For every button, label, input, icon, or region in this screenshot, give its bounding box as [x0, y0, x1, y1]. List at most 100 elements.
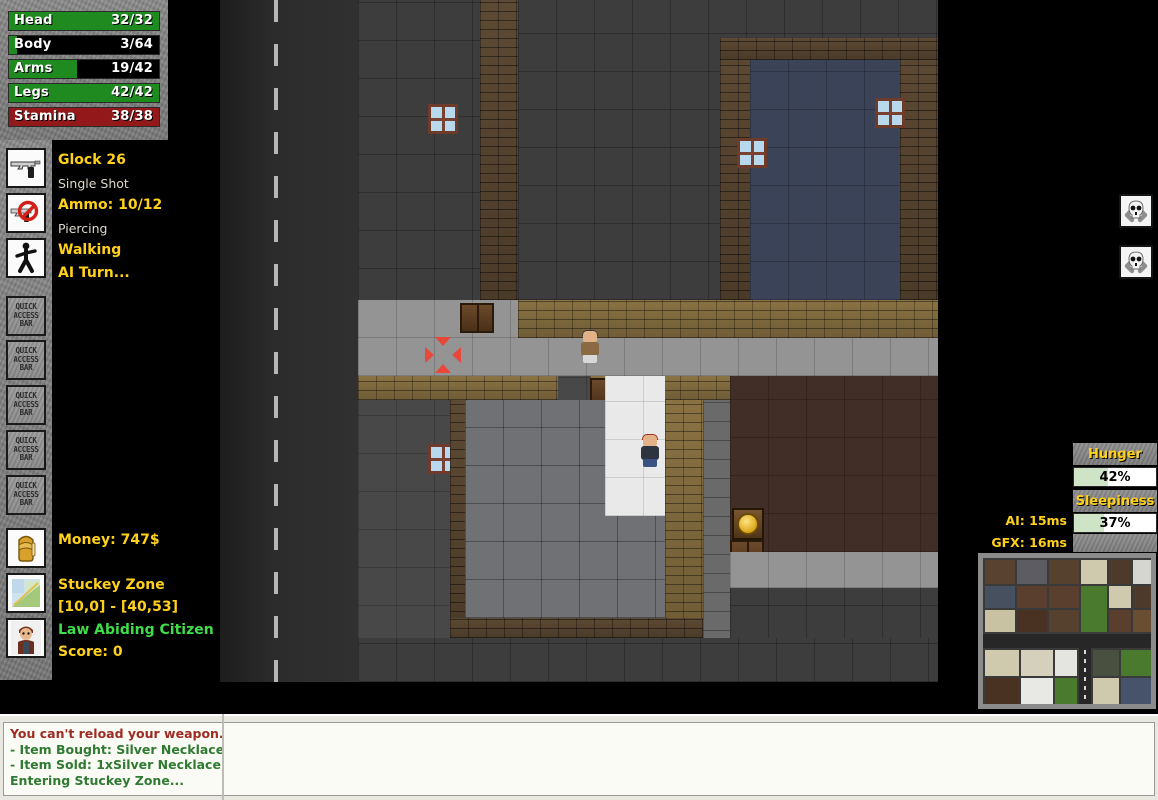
- vital-bar-head: Head 32/32: [8, 11, 160, 31]
- money-slot[interactable]: [6, 528, 46, 568]
- qa-line-3: BAR: [19, 319, 33, 329]
- floor-region-west: [358, 0, 480, 345]
- coin-icon: [737, 513, 759, 535]
- needs-panel-footer: [1073, 534, 1157, 552]
- game-window: Head 32/32 Body 3/64 Arms 19/42 Legs 42/…: [0, 0, 1158, 800]
- qa-line-3: BAR: [19, 498, 33, 508]
- log-line: Entering Stuckey Zone...: [10, 772, 185, 788]
- quick-access-slot-4[interactable]: QUICK ACCESS BAR: [6, 430, 46, 470]
- qa-line-3: BAR: [19, 453, 33, 463]
- vital-label-arms: Arms: [14, 61, 53, 76]
- weapon-slot[interactable]: [6, 148, 46, 188]
- weapon-fire-mode: Single Shot: [58, 176, 129, 191]
- ammo-count: Ammo: 10/12: [58, 197, 163, 213]
- sleepiness-value: 37%: [1099, 515, 1131, 531]
- zone-slot[interactable]: [6, 573, 46, 613]
- hunger-bar: 42%: [1073, 467, 1157, 487]
- wall-grey-room-west: [450, 400, 465, 630]
- ammo-count-text: Ammo: 10/12: [58, 197, 162, 213]
- money-text: Money: 747$: [58, 532, 160, 548]
- wall-vertical-west: [480, 0, 518, 300]
- weapon-name-text: Glock 26: [58, 152, 126, 168]
- vital-bar-body: Body 3/64: [8, 35, 160, 55]
- wall-shop-west: [703, 400, 730, 650]
- reputation-slot[interactable]: [6, 618, 46, 658]
- minimap[interactable]: [978, 553, 1156, 709]
- enemy-indicator-2[interactable]: [1119, 245, 1153, 279]
- ai-timing: AI: 15ms: [1005, 513, 1067, 528]
- log-line: You can't reload your weapon.: [10, 726, 224, 741]
- vital-value-body: 3/64: [120, 37, 153, 52]
- turn-status-text: AI Turn...: [58, 265, 130, 281]
- door-icon[interactable]: [460, 303, 494, 333]
- ammo-type: Piercing: [58, 221, 108, 236]
- game-viewport[interactable]: [220, 0, 938, 682]
- sidewalk-shop-front: [730, 552, 938, 588]
- turn-status: AI Turn...: [58, 265, 130, 281]
- sidewalk-north: [358, 300, 518, 338]
- wall-vertical-blue-left: [720, 38, 750, 300]
- skull-icon: [1124, 200, 1148, 223]
- zone-coords: [10,0] - [40,53]: [58, 599, 178, 615]
- movement-mode: Walking: [58, 242, 122, 258]
- sleepiness-bar: 37%: [1073, 513, 1157, 533]
- weapon-firemode-text: Single Shot: [58, 176, 129, 191]
- window-icon: [428, 104, 458, 134]
- weapon-name: Glock 26: [58, 152, 126, 168]
- walking-person-icon[interactable]: [6, 238, 46, 278]
- left-hud-panel: Head 32/32 Body 3/64 Arms 19/42 Legs 42/…: [0, 0, 220, 712]
- window-icon: [737, 138, 767, 168]
- quick-access-slot-1[interactable]: QUICK ACCESS BAR: [6, 296, 46, 336]
- sleepiness-label-box: Sleepiness: [1073, 490, 1157, 512]
- player-portrait-icon[interactable]: [6, 618, 46, 658]
- road-center-line: [274, 0, 278, 682]
- quick-access-slot-2[interactable]: QUICK ACCESS BAR: [6, 340, 46, 380]
- vital-bar-stamina: Stamina 38/38: [8, 107, 160, 127]
- enemy-indicator-1[interactable]: [1119, 194, 1153, 228]
- map-icon[interactable]: [6, 573, 46, 613]
- sleepiness-label: Sleepiness: [1075, 493, 1155, 509]
- wall-grey-room-south: [450, 618, 703, 638]
- wall-horizontal-blue-top: [720, 38, 938, 60]
- score-text: Score: 0: [58, 644, 123, 660]
- npc-citizen[interactable]: [577, 330, 603, 364]
- hunger-label: Hunger: [1088, 446, 1142, 462]
- vital-label-stamina: Stamina: [14, 109, 76, 124]
- floor-region-blue-room: [750, 38, 900, 300]
- zone-name-text: Stuckey Zone: [58, 577, 165, 593]
- log-panel-divider: [222, 714, 224, 800]
- backpack-icon[interactable]: [6, 528, 46, 568]
- player-character[interactable]: [637, 434, 663, 468]
- message-log[interactable]: You can't reload your weapon. - Item Bou…: [3, 722, 1155, 796]
- movement-mode-text: Walking: [58, 242, 121, 258]
- vital-label-head: Head: [14, 13, 53, 28]
- score-value: Score: 0: [58, 644, 123, 660]
- window-icon: [875, 98, 905, 128]
- hunger-label-box: Hunger: [1073, 443, 1157, 465]
- vitals-bars: Head 32/32 Body 3/64 Arms 19/42 Legs 42/…: [8, 11, 160, 131]
- vital-value-arms: 19/42: [111, 61, 153, 76]
- money-amount: Money: 747$: [58, 532, 160, 548]
- no-reload-icon[interactable]: [6, 193, 46, 233]
- ammo-type-text: Piercing: [58, 221, 108, 236]
- pistol-icon[interactable]: [6, 148, 46, 188]
- qa-line-3: BAR: [19, 408, 33, 418]
- wall-grey-room-east: [665, 400, 703, 630]
- skull-icon: [1124, 251, 1148, 274]
- wall-vertical-blue-right: [900, 38, 938, 300]
- road: [220, 0, 358, 682]
- minimap-canvas: [983, 558, 1151, 704]
- ammo-slot[interactable]: [6, 193, 46, 233]
- quick-access-slot-5[interactable]: QUICK ACCESS BAR: [6, 475, 46, 515]
- reputation-title-text: Law Abiding Citizen: [58, 622, 214, 638]
- shop-coin-sign[interactable]: [732, 508, 764, 540]
- gfx-timing: GFX: 16ms: [991, 535, 1067, 550]
- targeting-cursor[interactable]: [424, 336, 462, 374]
- vital-value-legs: 42/42: [111, 85, 153, 100]
- quick-access-slot-3[interactable]: QUICK ACCESS BAR: [6, 385, 46, 425]
- zone-name: Stuckey Zone: [58, 577, 165, 593]
- vital-value-stamina: 38/38: [111, 109, 153, 124]
- message-log-panel: You can't reload your weapon. - Item Bou…: [0, 714, 1158, 800]
- movement-slot[interactable]: [6, 238, 46, 278]
- log-line: - Item Bought: Silver Necklace: [10, 741, 225, 757]
